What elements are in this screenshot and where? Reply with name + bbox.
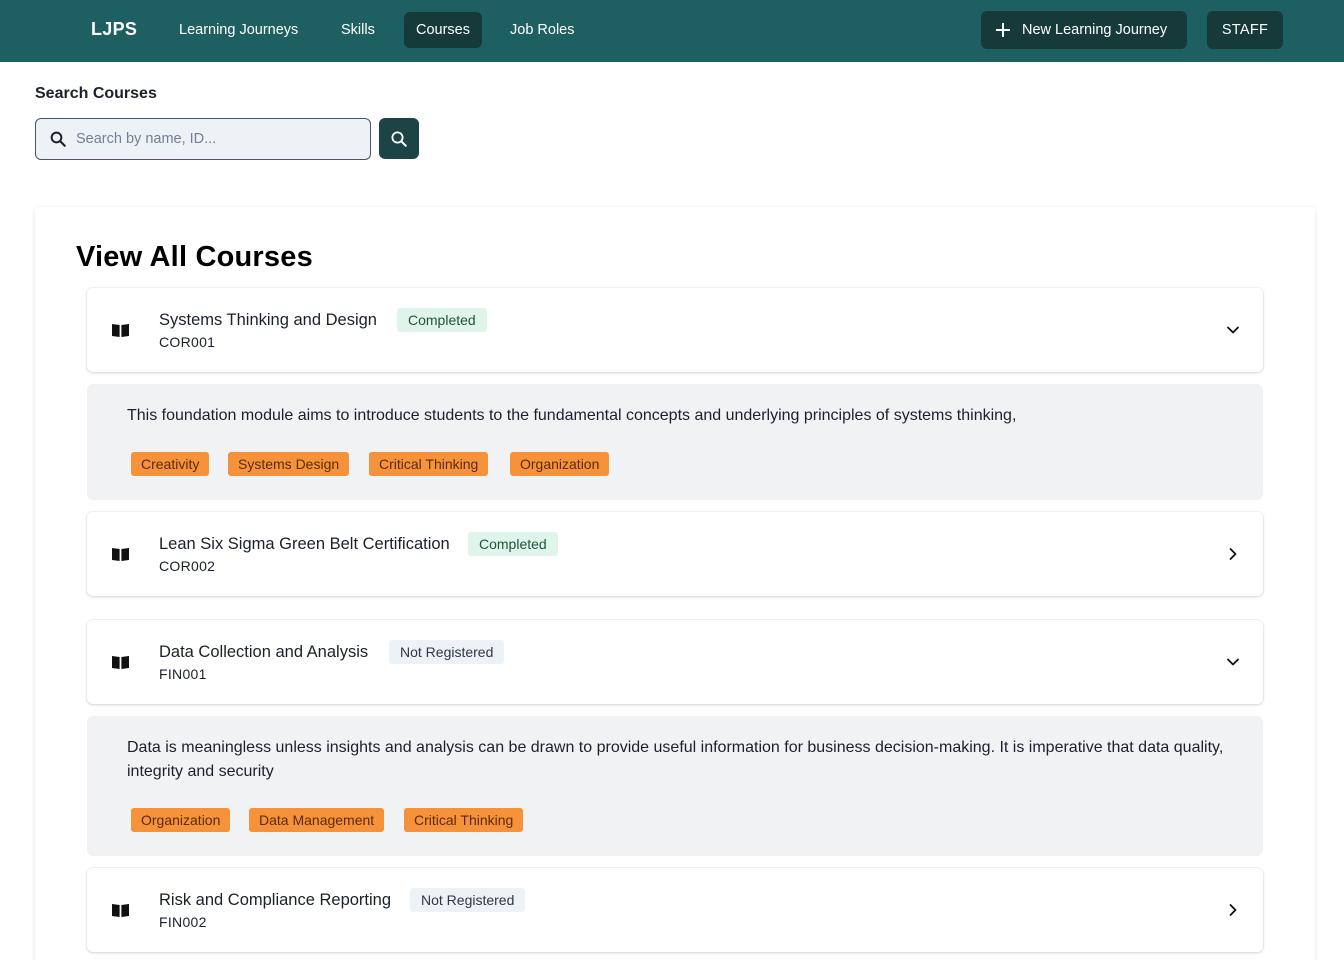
course-row[interactable]: Data Collection and Analysis FIN001 Not … — [87, 620, 1263, 704]
new-learning-journey-label: New Learning Journey — [1022, 22, 1168, 38]
skill-tag: Organization — [131, 808, 231, 832]
course-details: This foundation module aims to introduce… — [87, 384, 1263, 500]
course-name: Lean Six Sigma Green Belt Certification — [159, 535, 450, 553]
course-row[interactable]: Systems Thinking and Design COR001 Compl… — [87, 288, 1263, 372]
top-navbar: LJPS Learning Journeys Skills Courses Jo… — [0, 0, 1344, 62]
course-description: Data is meaningless unless insights and … — [127, 739, 1224, 780]
book-icon — [112, 656, 129, 669]
plus-icon — [996, 23, 1010, 37]
course-row[interactable]: Lean Six Sigma Green Belt Certification … — [87, 512, 1263, 596]
chevron-down-icon[interactable] — [1226, 323, 1240, 337]
search-input[interactable] — [76, 119, 366, 159]
course-name: Data Collection and Analysis — [159, 643, 369, 661]
chevron-right-icon[interactable] — [1226, 547, 1240, 561]
nav-learning-journeys[interactable]: Learning Journeys — [167, 12, 310, 48]
search-field — [35, 118, 371, 160]
status-badge: Completed — [468, 532, 558, 556]
skill-tag: Creativity — [131, 452, 210, 476]
status-badge: Not Registered — [389, 640, 505, 664]
course-id: FIN001 — [159, 666, 207, 682]
skill-tag: Organization — [510, 452, 610, 476]
course-id: FIN002 — [159, 914, 207, 930]
search-icon — [50, 131, 66, 147]
nav-courses[interactable]: Courses — [404, 12, 482, 48]
status-badge: Not Registered — [410, 888, 526, 912]
skill-tag: Critical Thinking — [404, 808, 524, 832]
page-title: View All Courses — [76, 241, 313, 273]
brand-logo[interactable]: LJPS — [91, 19, 137, 40]
nav-skills[interactable]: Skills — [329, 12, 387, 48]
book-icon — [112, 548, 129, 561]
course-row[interactable]: Risk and Compliance Reporting FIN002 Not… — [87, 868, 1263, 952]
search-label: Search Courses — [35, 85, 157, 102]
book-icon — [112, 904, 129, 917]
course-description: This foundation module aims to introduce… — [127, 407, 1017, 424]
course-name: Systems Thinking and Design — [159, 311, 377, 329]
book-icon — [112, 324, 129, 337]
search-icon — [391, 130, 407, 147]
course-details: Data is meaningless unless insights and … — [87, 716, 1263, 856]
skill-tag: Data Management — [249, 808, 385, 832]
skill-tag: Critical Thinking — [369, 452, 489, 476]
chevron-right-icon[interactable] — [1226, 903, 1240, 917]
course-id: COR002 — [159, 558, 216, 574]
course-id: COR001 — [159, 334, 216, 350]
chevron-down-icon[interactable] — [1226, 655, 1240, 669]
new-learning-journey-button[interactable]: New Learning Journey — [981, 11, 1187, 49]
course-name: Risk and Compliance Reporting — [159, 891, 392, 909]
status-badge: Completed — [397, 308, 487, 332]
staff-button[interactable]: STAFF — [1207, 11, 1283, 49]
search-button[interactable] — [379, 118, 419, 159]
skill-tag: Systems Design — [228, 452, 350, 476]
nav-job-roles[interactable]: Job Roles — [498, 12, 586, 48]
